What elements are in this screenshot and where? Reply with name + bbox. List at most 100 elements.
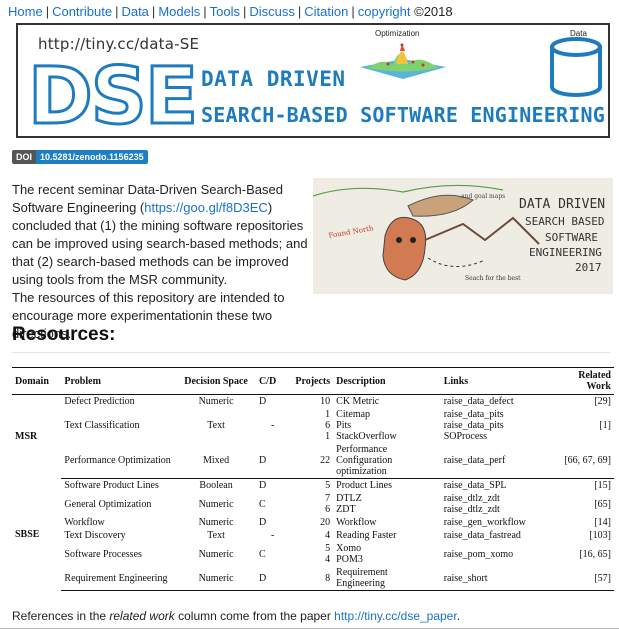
related-cell: [15] [594, 480, 611, 491]
projects-cell: 5 [325, 480, 331, 491]
dataset-link[interactable]: raise_data_pits [444, 409, 549, 420]
optimization-surface-icon [360, 43, 446, 79]
description-item: POM3 [336, 554, 363, 565]
dataset-link[interactable]: SOProcess [444, 431, 549, 442]
problem-cell: General Optimization [64, 498, 152, 510]
dataset-link[interactable]: raise_dtlz_zdt [444, 504, 549, 515]
col-header-decision-space: Decision Space [176, 367, 256, 395]
related-cell: [57] [551, 566, 614, 591]
nav-copyright[interactable]: copyright [358, 4, 411, 19]
col-header-links: Links [440, 367, 552, 395]
paper-link[interactable]: http://tiny.cc/dse_paper [334, 609, 457, 623]
sketch-drawing: Found North and goal maps Seach for the … [313, 184, 605, 282]
col-header-projects: Projects [289, 367, 334, 395]
doi-badge[interactable]: DOI 10.5281/zenodo.1156235 [12, 150, 148, 164]
resources-heading: Resources: [12, 324, 116, 345]
space-cell: Boolean [199, 480, 233, 491]
dataset-link[interactable]: raise_data_SPL [444, 480, 507, 491]
sketch-title-line-4: ENGINEERING [529, 246, 602, 259]
footer-emphasis: related work [109, 609, 175, 623]
description-cell: Performance Configuration optimization [333, 443, 441, 479]
dataset-link[interactable]: raise_dtlz_zdt [444, 493, 549, 504]
problem-cell: Text Classification [64, 420, 140, 431]
svg-text:Found North: Found North [328, 224, 375, 240]
seminar-link[interactable]: https://goo.gl/f8D3EC [144, 200, 268, 215]
problem-cell: Workflow [64, 517, 105, 528]
description-cell: Product Lines [336, 480, 392, 491]
dataset-link[interactable]: raise_data_perf [444, 455, 506, 466]
dataset-link[interactable]: raise_data_fastread [444, 530, 521, 541]
nav-separator: | [351, 4, 355, 19]
table-header-row: Domain Problem Decision Space C/D Projec… [12, 367, 614, 395]
nav-tools[interactable]: Tools [210, 4, 240, 19]
col-header-cd: C/D [255, 367, 290, 395]
space-cell: Numeric [198, 498, 234, 510]
dataset-link[interactable]: raise_data_defect [444, 396, 514, 407]
dataset-link[interactable]: raise_pom_xomo [444, 549, 513, 560]
projects-cell: 54 [289, 542, 333, 566]
description-cell: CK Metric [336, 396, 380, 407]
nav-contribute[interactable]: Contribute [52, 4, 112, 19]
database-icon [550, 37, 602, 97]
project-count: 6 [325, 420, 331, 431]
nav-home[interactable]: Home [8, 4, 43, 19]
cd-cell: - [270, 420, 275, 431]
cd-cell: D [255, 443, 290, 479]
table-row: Text Classification Text - 161 Citemap Pi… [12, 408, 614, 443]
related-cell: [16, 65] [579, 548, 611, 560]
description-item: DTLZ [336, 493, 362, 504]
related-cell: [103] [589, 530, 611, 541]
problem-cell: Requirement Engineering [61, 566, 177, 591]
description-item: Citemap [336, 409, 371, 420]
project-count: 5 [325, 543, 331, 554]
dataset-link[interactable]: raise_gen_workflow [444, 517, 526, 528]
sketch-title-line-2: SEARCH BASED [525, 215, 604, 228]
projects-cell: 8 [289, 566, 334, 591]
projects-cell: 161 [289, 408, 333, 443]
projects-cell: 4 [325, 530, 331, 541]
banner-tagline-1: DATA DRIVEN [201, 67, 346, 91]
related-cell: [65] [594, 498, 611, 510]
table-row: Performance Optimization Mixed D 22 Perf… [12, 443, 614, 479]
banner-tagline-2: SEARCH-BASED SOFTWARE ENGINEERING [201, 103, 605, 127]
doi-label: DOI [12, 150, 37, 164]
dse-logo-text: DSE [28, 57, 196, 129]
svg-text:Seach for the best: Seach for the best [465, 275, 521, 282]
link-cell: raise_gen_workflow [441, 516, 552, 529]
project-count: 6 [325, 504, 331, 515]
problem-cell: Software Product Lines [64, 480, 159, 491]
link-cell: raise_dtlz_zdt raise_dtlz_zdt [441, 492, 552, 516]
projects-cell: 22 [289, 443, 334, 479]
problem-cell: Text Discovery [64, 530, 126, 541]
description-cell: Reading Faster [336, 530, 397, 541]
dataset-link[interactable]: raise_data_pits [444, 420, 549, 431]
table-row: General Optimization Numeric C 76 DTLZ ZD… [12, 492, 614, 516]
problem-cell: Software Processes [64, 548, 142, 560]
top-nav: Home | Contribute | Data | Models | Tools | Discus… [8, 4, 453, 19]
related-cell: [14] [594, 517, 611, 528]
table-row: SBSE Software Product Lines Boolean D 5 … [12, 479, 614, 540]
description-cell: Workflow [336, 517, 377, 528]
link-cell[interactable]: raise_data_defect [441, 395, 552, 409]
dataset-link[interactable]: raise_short [444, 573, 488, 584]
nav-models[interactable]: Models [158, 4, 200, 19]
hand-drawn-sketch-image: Found North and goal maps Seach for the … [313, 178, 613, 294]
nav-citation[interactable]: Citation [304, 4, 348, 19]
nav-data[interactable]: Data [121, 4, 148, 19]
space-cell: Numeric [198, 548, 234, 560]
description-item: Xomo [336, 543, 362, 554]
copyright-year: ©2018 [414, 4, 453, 19]
related-cell: [1] [599, 420, 611, 431]
col-header-related-work: Related Work [551, 367, 614, 395]
doi-value: 10.5281/zenodo.1156235 [36, 150, 148, 164]
link-cell: raise_data_SPL [441, 479, 552, 493]
sketch-title-line-1: DATA DRIVEN [519, 197, 605, 212]
nav-separator: | [115, 4, 119, 19]
description-cell: Citemap Pits StackOverflow [333, 408, 441, 443]
space-cell: Text [207, 420, 225, 431]
nav-separator: | [151, 4, 156, 19]
link-cell: raise_data_fastread [441, 529, 552, 542]
nav-discuss[interactable]: Discuss [249, 4, 295, 19]
dse-logo: DSE [27, 57, 199, 129]
domain-cell: MSR [15, 431, 38, 443]
